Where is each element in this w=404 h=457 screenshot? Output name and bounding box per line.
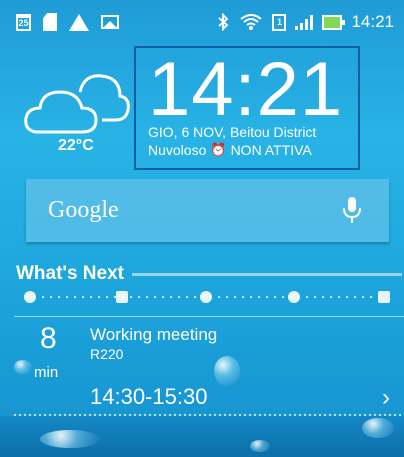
bluetooth-icon <box>216 13 230 31</box>
battery-charging-icon <box>322 14 346 30</box>
clock-time: 14:21 <box>148 47 344 132</box>
chevron-right-icon[interactable]: › <box>382 384 390 412</box>
clock-widget[interactable]: 14:21 GIO, 6 NOV, Beitou District Nuvolo… <box>134 46 360 170</box>
clock-icon <box>200 291 212 303</box>
event-location: R220 <box>90 346 124 362</box>
google-logo-text: Google <box>48 197 119 223</box>
water-drop <box>362 418 394 438</box>
weather-condition: Nuvoloso <box>148 142 207 158</box>
sim-icon: 1 <box>272 13 287 31</box>
event-countdown-unit: min <box>34 364 59 381</box>
calendar-icon: 25 <box>16 13 31 31</box>
whats-next-timeline <box>16 287 398 307</box>
alarm-status: NON ATTIVA <box>230 142 312 158</box>
date-location: GIO, 6 NOV, Beitou District <box>148 124 317 140</box>
sd-card-icon <box>43 13 57 31</box>
cloud-icon <box>24 74 130 134</box>
temperature: 22°C <box>58 137 94 154</box>
water-drop <box>40 430 100 448</box>
status-bar: 25 1 14:21 <box>0 0 404 44</box>
water-drop <box>14 360 32 374</box>
mic-icon[interactable] <box>341 196 363 224</box>
divider <box>14 316 404 317</box>
condition-alarm: Nuvoloso ⏰ NON ATTIVA <box>148 142 312 158</box>
whats-next-title: What's Next <box>16 263 124 284</box>
people-icon <box>288 291 300 303</box>
signal-icon <box>295 14 314 30</box>
title-divider <box>132 273 402 276</box>
gift-icon <box>116 291 128 303</box>
warning-icon <box>69 13 89 31</box>
event-time-range: 14:30-15:30 <box>90 384 208 409</box>
google-search-bar[interactable]: Google <box>26 179 389 242</box>
status-time: 14:21 <box>351 12 394 31</box>
wifi-icon <box>239 13 263 31</box>
mail-icon <box>378 291 390 303</box>
alarm-icon: ⏰ <box>210 142 227 157</box>
image-icon <box>101 15 119 29</box>
water-drop <box>250 440 270 452</box>
water-drop <box>214 356 240 386</box>
event-countdown: 8 <box>40 322 57 355</box>
clock-icon <box>24 291 36 303</box>
event-title: Working meeting <box>90 325 218 344</box>
